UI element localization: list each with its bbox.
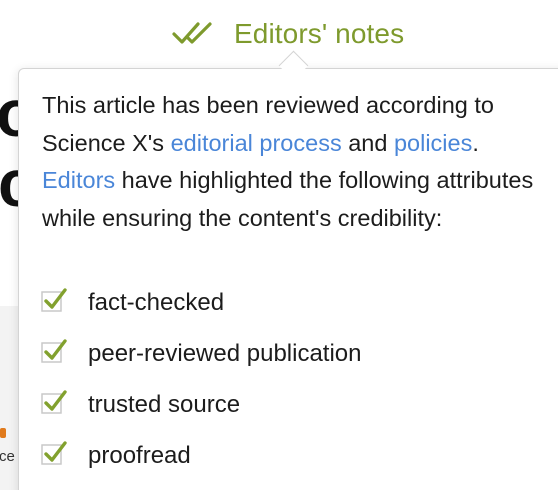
editors-notes-toggle[interactable]: Editors' notes	[172, 18, 404, 50]
editors-notes-popover: This article has been reviewed according…	[18, 68, 558, 490]
check-icon	[41, 389, 67, 414]
attribute-label: peer-reviewed publication	[88, 339, 362, 367]
editors-link[interactable]: Editors	[42, 167, 115, 193]
attribute-label: fact-checked	[88, 288, 225, 316]
double-check-icon	[172, 22, 212, 44]
attribute-item-trusted-source: trusted source	[41, 379, 362, 430]
attribute-item-peer-reviewed: peer-reviewed publication	[41, 328, 362, 379]
page: o ci ce Editors' notes This article has …	[0, 0, 558, 490]
review-statement: This article has been reviewed according…	[42, 87, 542, 237]
background-logo-mark	[0, 428, 6, 438]
check-icon	[41, 338, 67, 363]
editors-notes-label: Editors' notes	[234, 18, 405, 49]
review-text-4: have highlighted the following attribute…	[42, 167, 534, 231]
check-icon	[41, 440, 67, 465]
check-icon	[41, 287, 67, 312]
attribute-label: proofread	[88, 441, 191, 469]
editorial-process-link[interactable]: editorial process	[171, 130, 342, 156]
policies-link[interactable]: policies	[394, 130, 472, 156]
attribute-label: trusted source	[88, 390, 241, 418]
attributes-list: fact-checked peer-reviewed publication t…	[41, 277, 362, 481]
background-caption-fragment: ce	[0, 448, 15, 465]
attribute-item-fact-checked: fact-checked	[41, 277, 362, 328]
attribute-item-proofread: proofread	[41, 430, 362, 481]
review-text-2: and	[341, 129, 394, 156]
review-text-3: .	[472, 129, 479, 156]
